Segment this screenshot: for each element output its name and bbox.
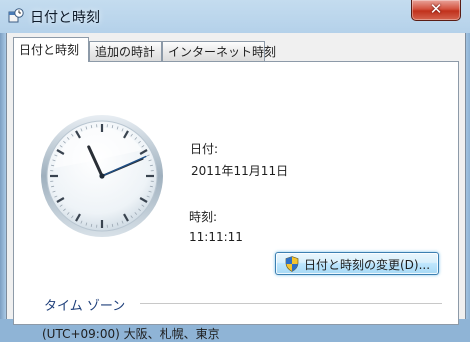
time-label: 時刻: [189,208,217,225]
change-date-time-label: 日付と時刻の変更(D)... [304,256,430,273]
date-value: 2011年11月11日 [191,162,288,179]
tab-panel: 日付: 2011年11月11日 時刻: 11:11:11 日付と時刻の変更(D)… [13,61,459,325]
date-time-app-icon [8,8,24,24]
close-icon: ✕ [412,0,460,20]
window-frame: 日付と時刻 ✕ 日付と時刻 追加の時計 インターネット時刻 [0,0,470,319]
analog-clock [40,114,164,238]
change-date-time-button[interactable]: 日付と時刻の変更(D)... [275,252,439,275]
window-title: 日付と時刻 [30,7,100,27]
tab-date-time[interactable]: 日付と時刻 [13,37,89,62]
tab-internet-time[interactable]: インターネット時刻 [162,41,265,61]
dialog-body: 日付と時刻 追加の時計 インターネット時刻 [6,33,466,319]
timezone-divider [140,303,442,304]
clock-center [99,173,104,178]
timezone-value: (UTC+09:00) 大阪、札幌、東京 [42,325,220,342]
date-label: 日付: [190,140,218,157]
uac-shield-icon [285,256,299,272]
close-button[interactable]: ✕ [411,0,461,21]
timezone-heading: タイム ゾーン [44,295,125,314]
time-value: 11:11:11 [189,230,243,244]
tab-additional-clocks[interactable]: 追加の時計 [89,41,162,61]
title-bar[interactable]: 日付と時刻 ✕ [0,0,470,33]
